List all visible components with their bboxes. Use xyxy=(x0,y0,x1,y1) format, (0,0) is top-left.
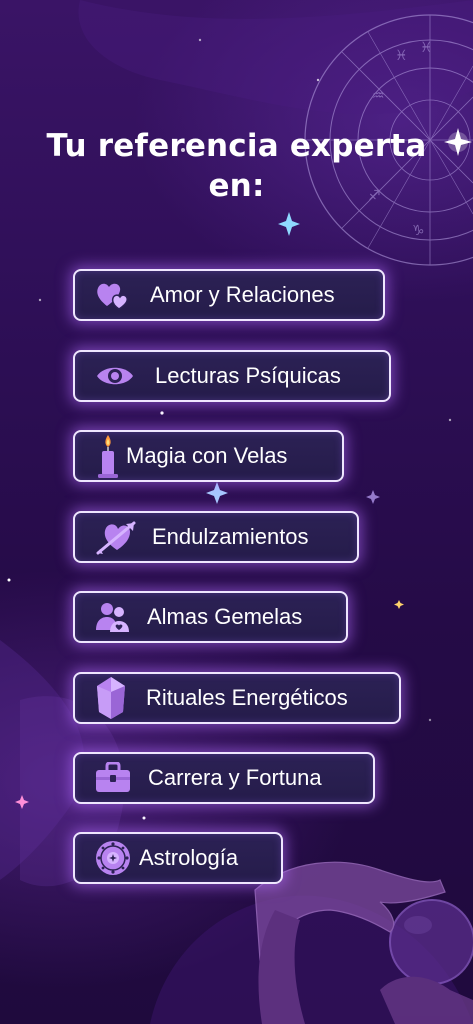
menu-item-label: Magia con Velas xyxy=(126,443,288,468)
menu-item-endulzamientos[interactable]: Endulzamientos xyxy=(73,511,359,563)
briefcase-icon xyxy=(95,762,131,794)
menu-item-amor[interactable]: Amor y Relaciones xyxy=(73,269,385,321)
menu-item-label: Amor y Relaciones xyxy=(150,282,335,307)
crystal-icon xyxy=(95,676,127,720)
svg-text:♓: ♓ xyxy=(420,40,433,56)
menu-item-astrologia[interactable]: Astrología xyxy=(73,832,283,884)
page-title: Tu referencia experta en: xyxy=(0,126,473,206)
hearts-icon xyxy=(95,279,131,311)
menu-item-lecturas[interactable]: Lecturas Psíquicas xyxy=(73,350,391,402)
menu-item-label: Rituales Energéticos xyxy=(146,685,348,710)
menu-item-rituales[interactable]: Rituales Energéticos xyxy=(73,672,401,724)
menu-item-label: Carrera y Fortuna xyxy=(148,765,322,790)
couple-icon xyxy=(95,600,131,634)
svg-text:♑: ♑ xyxy=(412,223,425,239)
svg-text:♓: ♓ xyxy=(395,48,408,64)
title-line-1: Tu referencia experta xyxy=(46,128,427,164)
candle-icon xyxy=(95,433,121,479)
svg-text:♒: ♒ xyxy=(372,88,385,104)
menu-item-almas[interactable]: Almas Gemelas xyxy=(73,591,348,643)
menu-item-label: Astrología xyxy=(139,845,239,870)
menu-item-label: Endulzamientos xyxy=(152,524,309,549)
menu-item-label: Lecturas Psíquicas xyxy=(155,363,341,388)
zodiac-wheel-icon xyxy=(95,840,131,876)
menu-item-carrera[interactable]: Carrera y Fortuna xyxy=(73,752,375,804)
menu-item-label: Almas Gemelas xyxy=(147,604,303,629)
heart-arrow-icon xyxy=(95,518,137,556)
eye-icon xyxy=(95,363,135,389)
hand-crystal-ball-decoration xyxy=(254,861,473,1024)
title-line-2: en: xyxy=(208,168,265,204)
menu-item-magia[interactable]: Magia con Velas xyxy=(73,430,344,482)
